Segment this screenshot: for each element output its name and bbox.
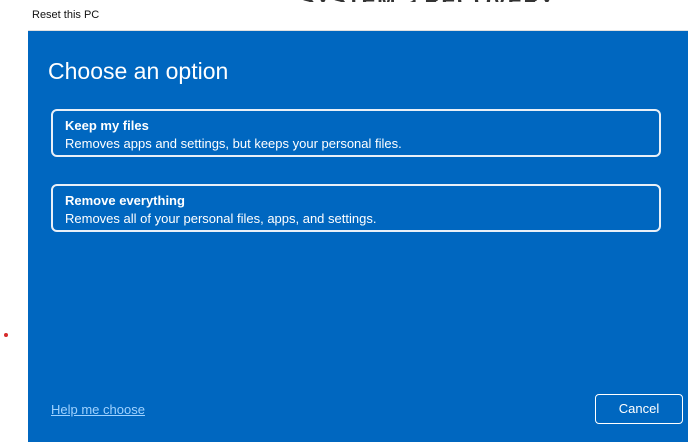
option-description: Removes all of your personal files, apps…: [65, 211, 377, 226]
reset-pc-window: Reset this PC Choose an option Keep my f…: [28, 4, 688, 442]
option-description: Removes apps and settings, but keeps you…: [65, 136, 402, 151]
window-title: Reset this PC: [32, 9, 100, 21]
option-title: Remove everything: [65, 193, 185, 208]
option-title: Keep my files: [65, 118, 149, 133]
window-titlebar[interactable]: Reset this PC: [28, 4, 688, 31]
cancel-button[interactable]: Cancel: [595, 394, 683, 424]
screenshot: SYSTEM > RECOVERY Reset this PC Choose a…: [0, 0, 688, 442]
page-title: Choose an option: [48, 58, 229, 84]
help-me-choose-link[interactable]: Help me choose: [51, 402, 145, 417]
remove-everything-option[interactable]: Remove everything Removes all of your pe…: [51, 184, 661, 232]
keep-my-files-option[interactable]: Keep my files Removes apps and settings,…: [51, 109, 661, 157]
cropped-background-text: SYSTEM > RECOVERY: [300, 0, 555, 2]
red-dot-marker: [4, 333, 8, 337]
dialog-body: Choose an option Keep my files Removes a…: [28, 31, 688, 442]
